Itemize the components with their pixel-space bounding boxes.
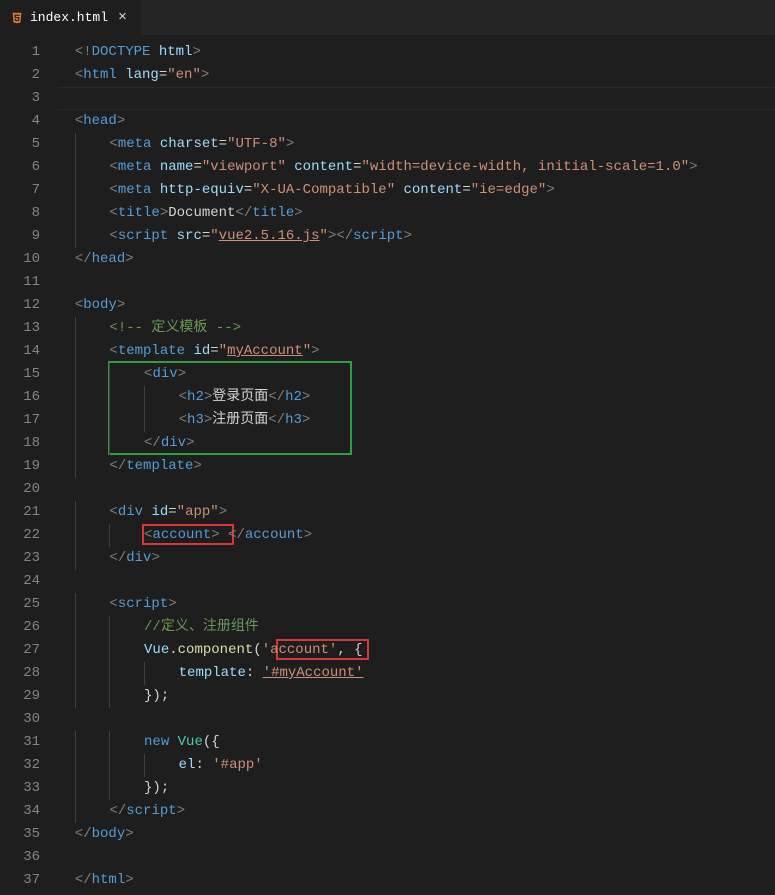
line-number: 9 bbox=[0, 225, 58, 248]
code-line[interactable]: <html lang="en"> bbox=[58, 64, 775, 87]
code-area[interactable]: <!DOCTYPE html> <html lang="en"> <head> … bbox=[58, 35, 775, 895]
code-line[interactable]: <!DOCTYPE html> bbox=[58, 41, 775, 64]
code-line[interactable]: <head> bbox=[58, 110, 775, 133]
line-number: 15 bbox=[0, 363, 58, 386]
code-line[interactable]: <div id="app"> bbox=[58, 501, 775, 524]
tab-label: index.html bbox=[30, 10, 108, 25]
code-line[interactable]: <h2>登录页面</h2> bbox=[58, 386, 775, 409]
line-number: 27 bbox=[0, 639, 58, 662]
line-number: 31 bbox=[0, 731, 58, 754]
code-line[interactable]: }); bbox=[58, 777, 775, 800]
line-number: 29 bbox=[0, 685, 58, 708]
code-line[interactable]: </head> bbox=[58, 248, 775, 271]
close-icon[interactable]: × bbox=[114, 9, 131, 26]
line-number: 11 bbox=[0, 271, 58, 294]
editor: 1234567891011121314151617181920212223242… bbox=[0, 35, 775, 895]
code-line[interactable]: }); bbox=[58, 685, 775, 708]
line-number: 36 bbox=[0, 846, 58, 869]
line-number: 14 bbox=[0, 340, 58, 363]
line-number: 10 bbox=[0, 248, 58, 271]
code-line[interactable]: template: '#myAccount' bbox=[58, 662, 775, 685]
code-line[interactable]: <meta http-equiv="X-UA-Compatible" conte… bbox=[58, 179, 775, 202]
code-line[interactable]: <account> </account> bbox=[58, 524, 775, 547]
line-number: 13 bbox=[0, 317, 58, 340]
line-number: 20 bbox=[0, 478, 58, 501]
code-line[interactable]: <div> bbox=[58, 363, 775, 386]
line-number: 26 bbox=[0, 616, 58, 639]
line-number: 25 bbox=[0, 593, 58, 616]
line-number: 8 bbox=[0, 202, 58, 225]
code-line[interactable]: Vue.component('account', { bbox=[58, 639, 775, 662]
line-number: 30 bbox=[0, 708, 58, 731]
code-line[interactable]: </body> bbox=[58, 823, 775, 846]
code-line[interactable]: </div> bbox=[58, 547, 775, 570]
tab-index-html[interactable]: index.html × bbox=[0, 0, 142, 35]
line-number: 16 bbox=[0, 386, 58, 409]
code-line[interactable]: </script> bbox=[58, 800, 775, 823]
code-line[interactable]: <body> bbox=[58, 294, 775, 317]
line-number: 33 bbox=[0, 777, 58, 800]
line-number-gutter: 1234567891011121314151617181920212223242… bbox=[0, 35, 58, 895]
tab-bar: index.html × bbox=[0, 0, 775, 35]
code-line[interactable] bbox=[58, 708, 775, 731]
line-number: 17 bbox=[0, 409, 58, 432]
code-line[interactable] bbox=[58, 570, 775, 593]
line-number: 23 bbox=[0, 547, 58, 570]
line-number: 24 bbox=[0, 570, 58, 593]
line-number: 37 bbox=[0, 869, 58, 892]
line-number: 1 bbox=[0, 41, 58, 64]
line-number: 5 bbox=[0, 133, 58, 156]
code-line[interactable] bbox=[58, 87, 775, 110]
line-number: 21 bbox=[0, 501, 58, 524]
code-line[interactable] bbox=[58, 478, 775, 501]
line-number: 32 bbox=[0, 754, 58, 777]
code-line[interactable]: new Vue({ bbox=[58, 731, 775, 754]
code-line[interactable]: <template id="myAccount"> bbox=[58, 340, 775, 363]
code-line[interactable]: //定义、注册组件 bbox=[58, 616, 775, 639]
code-line[interactable]: </html> bbox=[58, 869, 775, 892]
code-line[interactable]: <h3>注册页面</h3> bbox=[58, 409, 775, 432]
line-number: 3 bbox=[0, 87, 58, 110]
line-number: 4 bbox=[0, 110, 58, 133]
code-line[interactable] bbox=[58, 271, 775, 294]
code-line[interactable]: <meta name="viewport" content="width=dev… bbox=[58, 156, 775, 179]
code-line[interactable]: <title>Document</title> bbox=[58, 202, 775, 225]
line-number: 2 bbox=[0, 64, 58, 87]
line-number: 12 bbox=[0, 294, 58, 317]
code-line[interactable]: </div> bbox=[58, 432, 775, 455]
code-line[interactable]: <script> bbox=[58, 593, 775, 616]
code-line[interactable]: <meta charset="UTF-8"> bbox=[58, 133, 775, 156]
line-number: 7 bbox=[0, 179, 58, 202]
code-line[interactable]: <!-- 定义模板 --> bbox=[58, 317, 775, 340]
code-line[interactable]: <script src="vue2.5.16.js"></script> bbox=[58, 225, 775, 248]
code-line[interactable]: </template> bbox=[58, 455, 775, 478]
line-number: 18 bbox=[0, 432, 58, 455]
line-number: 19 bbox=[0, 455, 58, 478]
line-number: 35 bbox=[0, 823, 58, 846]
line-number: 6 bbox=[0, 156, 58, 179]
html-file-icon bbox=[10, 11, 24, 25]
line-number: 28 bbox=[0, 662, 58, 685]
code-line[interactable] bbox=[58, 846, 775, 869]
line-number: 34 bbox=[0, 800, 58, 823]
code-line[interactable]: el: '#app' bbox=[58, 754, 775, 777]
line-number: 22 bbox=[0, 524, 58, 547]
